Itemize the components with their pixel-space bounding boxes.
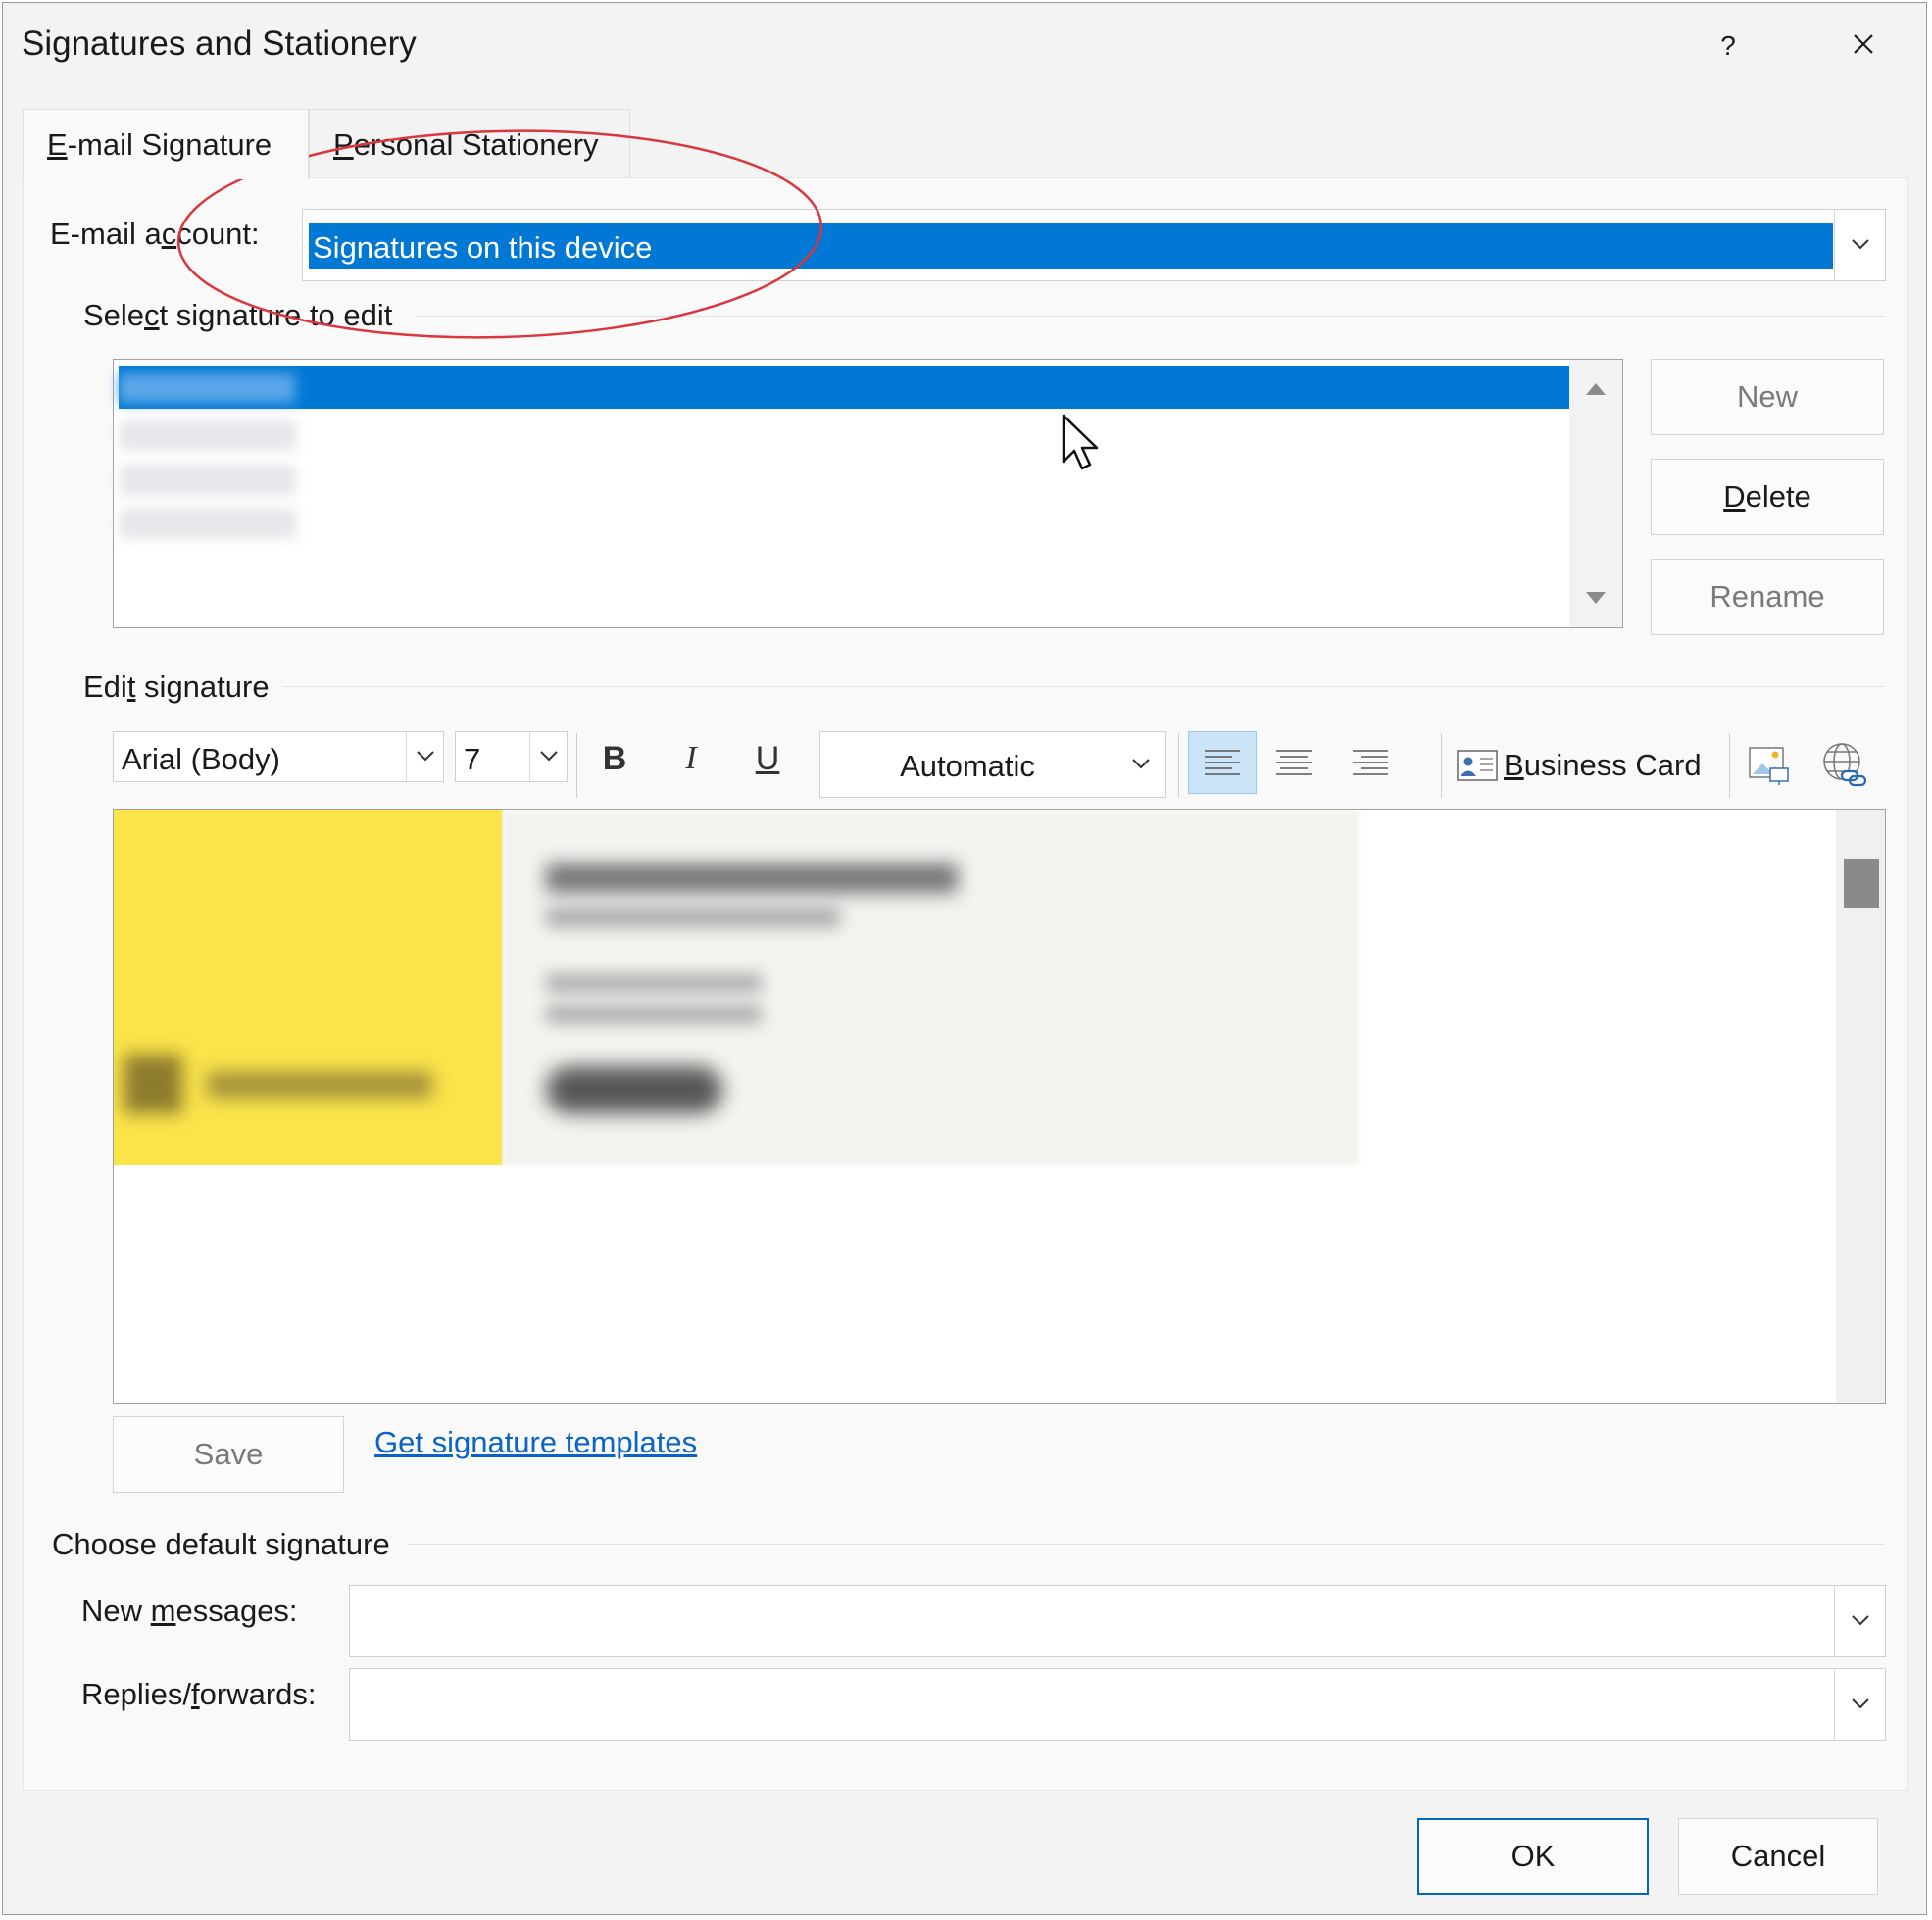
section-divider — [408, 1544, 1885, 1545]
signatures-dialog: Signatures and Stationery ? E-mail Signa… — [2, 2, 1927, 1915]
blurred-signature-name — [119, 373, 295, 403]
replies-forwards-chevron[interactable] — [1834, 1669, 1885, 1740]
scroll-up-arrow-icon[interactable] — [1584, 379, 1608, 399]
label-mnemonic: c — [144, 298, 160, 332]
italic-button[interactable]: I — [666, 733, 717, 784]
font-color-dropdown[interactable]: Automatic — [819, 731, 1166, 798]
scroll-down-arrow-icon[interactable] — [1584, 588, 1608, 608]
chevron-down-icon — [1852, 239, 1869, 250]
window-title: Signatures and Stationery — [22, 25, 417, 63]
list-scrollbar[interactable] — [1569, 360, 1622, 627]
email-account-chevron[interactable] — [1834, 210, 1885, 280]
font-size-dropdown[interactable]: 7 — [455, 731, 568, 782]
tab-mnemonic: E — [47, 127, 68, 162]
label-part: Edi — [83, 669, 127, 704]
new-signature-button[interactable]: New — [1651, 359, 1884, 435]
bold-button[interactable]: B — [589, 733, 640, 784]
insert-picture-icon — [1749, 747, 1789, 785]
chevron-down-icon — [1852, 1615, 1869, 1626]
label-part: orwards: — [199, 1677, 317, 1711]
tab-label: -mail Signature — [67, 127, 272, 162]
chevron-down-icon — [1132, 759, 1150, 769]
list-item[interactable] — [120, 420, 296, 450]
replies-forwards-dropdown[interactable] — [349, 1668, 1886, 1741]
insert-hyperlink-button[interactable] — [1819, 739, 1870, 790]
font-size-value: 7 — [464, 742, 481, 776]
edit-signature-label: Edit signature — [83, 669, 270, 705]
blurred-phone — [546, 974, 762, 992]
font-color-chevron[interactable] — [1115, 732, 1165, 797]
cancel-button[interactable]: Cancel — [1678, 1818, 1878, 1895]
button-mnemonic: B — [1504, 748, 1524, 782]
business-card-icon — [1457, 750, 1498, 781]
section-divider — [282, 686, 1885, 687]
font-name-value: Arial (Body) — [122, 742, 280, 776]
toolbar-separator — [1441, 733, 1442, 798]
label-part: Sele — [83, 298, 145, 332]
align-right-button[interactable] — [1343, 731, 1398, 794]
toolbar-separator — [1729, 733, 1730, 798]
mouse-cursor-icon — [1062, 414, 1099, 470]
signature-logo-panel — [114, 810, 503, 1165]
get-signature-templates-link[interactable]: Get signature templates — [374, 1425, 697, 1460]
blurred-logo-text — [207, 1072, 432, 1098]
align-center-icon — [1276, 750, 1312, 775]
chevron-down-icon — [417, 751, 434, 762]
underline-button[interactable]: U — [742, 733, 793, 784]
label-mnemonic: m — [150, 1594, 176, 1628]
button-mnemonic: D — [1723, 479, 1746, 514]
list-item[interactable] — [120, 509, 296, 538]
font-size-chevron[interactable] — [529, 732, 567, 781]
blurred-email — [546, 1006, 762, 1023]
replies-forwards-label: Replies/forwards: — [81, 1677, 317, 1712]
delete-signature-button[interactable]: Delete — [1651, 459, 1884, 535]
save-button[interactable]: Save — [113, 1416, 344, 1493]
chevron-down-icon — [1852, 1698, 1869, 1709]
blurred-name — [546, 863, 958, 893]
align-center-button[interactable] — [1266, 731, 1321, 794]
list-item-selected[interactable] — [119, 366, 1569, 409]
align-left-icon — [1205, 750, 1240, 775]
new-messages-chevron[interactable] — [1834, 1586, 1885, 1656]
button-label: elete — [1745, 479, 1811, 514]
choose-default-signature-label: Choose default signature — [52, 1527, 390, 1561]
label-mnemonic: f — [191, 1677, 200, 1711]
business-card-button[interactable]: Business Card — [1457, 740, 1702, 791]
toolbar-separator — [1178, 733, 1179, 798]
editor-scrollbar[interactable] — [1836, 810, 1885, 1403]
blurred-social-icons — [546, 1066, 722, 1113]
close-button[interactable] — [1836, 23, 1891, 70]
label-part: Replies/ — [81, 1677, 191, 1711]
align-left-button[interactable] — [1188, 731, 1257, 794]
chevron-down-icon — [540, 751, 558, 762]
font-color-value: Automatic — [900, 749, 1035, 783]
close-icon — [1854, 34, 1873, 54]
rename-signature-button[interactable]: Rename — [1651, 559, 1884, 635]
button-label: usiness Card — [1523, 748, 1702, 782]
new-messages-label: New messages: — [81, 1594, 298, 1629]
font-name-chevron[interactable] — [406, 732, 443, 781]
ok-button[interactable]: OK — [1417, 1818, 1649, 1895]
signature-editor[interactable] — [113, 809, 1886, 1404]
signature-details-panel — [503, 810, 1359, 1165]
signature-list[interactable] — [113, 359, 1623, 628]
tab-email-signature[interactable]: E-mail Signature — [23, 109, 309, 179]
insert-picture-button[interactable] — [1744, 739, 1795, 790]
hyperlink-globe-icon — [1823, 743, 1867, 787]
label-part: signature — [135, 669, 270, 704]
toolbar-separator — [576, 733, 577, 798]
blurred-logo-icon — [124, 1055, 182, 1113]
font-name-dropdown[interactable]: Arial (Body) — [113, 731, 444, 782]
blurred-job-title — [546, 908, 840, 927]
help-button[interactable]: ? — [1704, 25, 1753, 68]
label-part: E-mail a — [50, 217, 162, 251]
title-bar: Signatures and Stationery ? — [3, 3, 1926, 89]
label-part: New — [81, 1594, 151, 1628]
editor-scroll-thumb[interactable] — [1844, 859, 1879, 908]
align-right-icon — [1353, 750, 1388, 775]
list-item[interactable] — [120, 466, 296, 495]
label-part: essages: — [175, 1594, 298, 1628]
new-messages-dropdown[interactable] — [349, 1585, 1886, 1657]
